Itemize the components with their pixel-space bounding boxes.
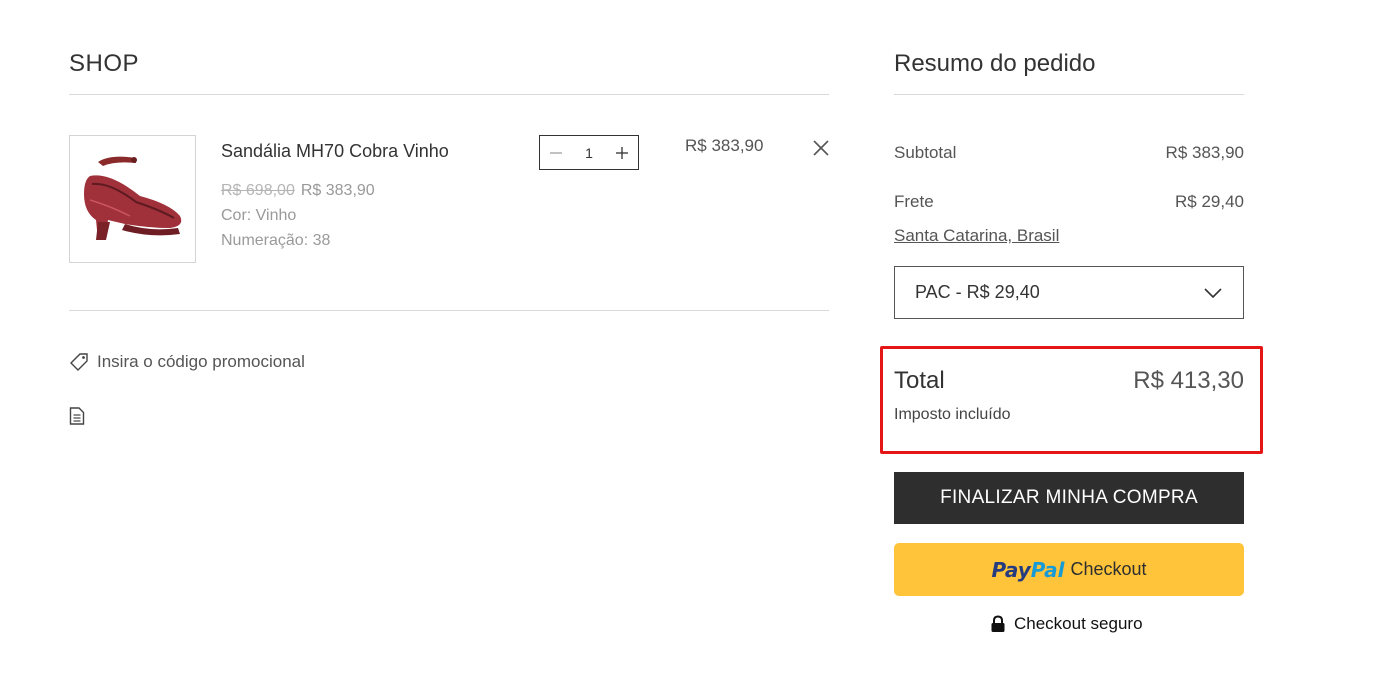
subtotal-label: Subtotal — [894, 143, 957, 162]
summary-title: Resumo do pedido — [894, 50, 1096, 77]
secure-checkout-label: Checkout seguro — [1014, 614, 1143, 633]
tag-icon — [70, 353, 88, 371]
checkout-button[interactable]: FINALIZAR MINHA COMPRA — [894, 472, 1244, 524]
decrease-quantity-button[interactable] — [548, 145, 564, 161]
price-original: R$ 698,00 — [221, 182, 295, 199]
plus-icon — [615, 146, 628, 159]
product-color: Cor: Vinho — [221, 207, 297, 224]
total-highlight-box — [880, 346, 1263, 454]
increase-quantity-button[interactable] — [614, 145, 630, 161]
close-icon — [813, 140, 829, 156]
divider — [69, 94, 829, 95]
divider — [894, 94, 1244, 95]
line-total: R$ 383,90 — [685, 136, 764, 155]
paypal-checkout-button[interactable]: Pay Pal Checkout — [894, 543, 1244, 596]
total-label: Total — [894, 367, 945, 394]
sandal-product-image — [84, 156, 182, 240]
paypal-logo-pay: Pay — [991, 557, 1031, 582]
total-value: R$ 413,30 — [1133, 367, 1244, 394]
product-image[interactable] — [69, 135, 196, 263]
chevron-down-icon — [1204, 287, 1222, 298]
remove-item-button[interactable] — [812, 139, 830, 157]
add-note-button[interactable] — [69, 407, 85, 425]
paypal-logo: Pay Pal — [991, 558, 1064, 582]
secure-checkout: Checkout seguro — [990, 614, 1143, 634]
divider — [69, 310, 829, 311]
product-size: Numeração: 38 — [221, 232, 331, 249]
minus-icon — [550, 151, 562, 154]
promo-code-link[interactable]: Insira o código promocional — [69, 352, 305, 372]
quantity-value: 1 — [585, 144, 593, 161]
quantity-stepper[interactable]: 1 — [539, 135, 639, 170]
lock-icon — [991, 615, 1005, 632]
tax-note: Imposto incluído — [894, 406, 1011, 423]
product-name[interactable]: Sandália MH70 Cobra Vinho — [221, 141, 449, 162]
paypal-checkout-label: Checkout — [1070, 559, 1147, 579]
shipping-method-value: PAC - R$ 29,40 — [915, 282, 1040, 302]
shop-title: SHOP — [69, 50, 140, 77]
paypal-logo-pal: Pal — [1030, 557, 1065, 582]
price-line: R$ 698,00 R$ 383,90 — [221, 182, 375, 200]
shipping-value: R$ 29,40 — [1175, 192, 1244, 211]
promo-code-label: Insira o código promocional — [97, 352, 305, 371]
shipping-location-link[interactable]: Santa Catarina, Brasil — [894, 226, 1059, 246]
note-icon — [69, 407, 85, 425]
shipping-method-select[interactable]: PAC - R$ 29,40 — [894, 266, 1244, 319]
price-sale: R$ 383,90 — [300, 182, 375, 199]
subtotal-value: R$ 383,90 — [1165, 143, 1244, 162]
shipping-label: Frete — [894, 192, 934, 211]
